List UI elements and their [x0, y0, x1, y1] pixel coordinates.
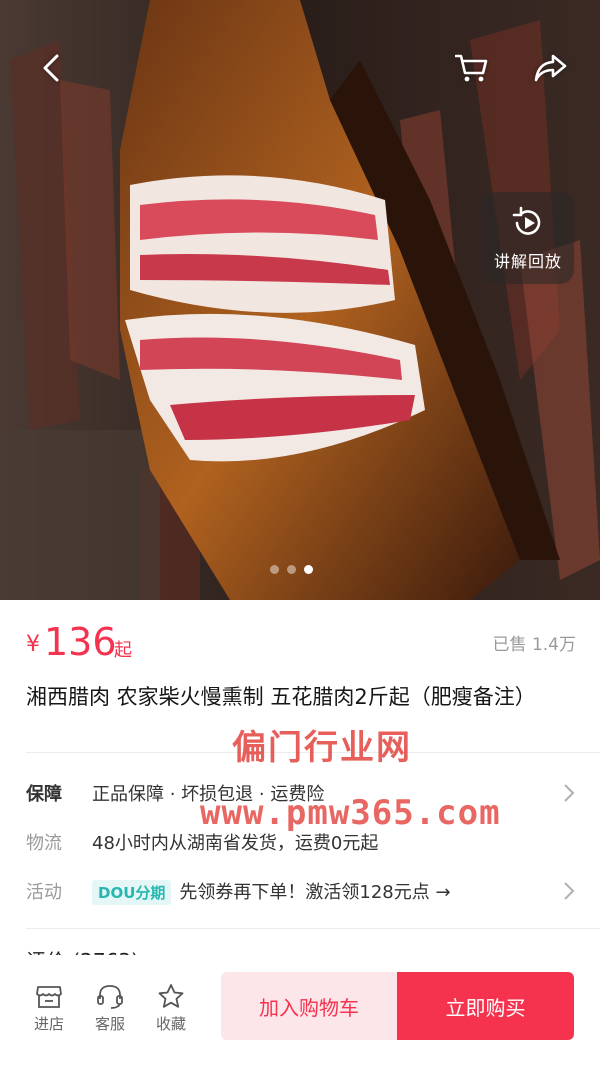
price-currency: ¥ — [26, 632, 40, 657]
service-label: 客服 — [94, 1015, 125, 1033]
carousel-dot-active — [304, 565, 313, 574]
star-icon — [158, 984, 184, 1008]
price-row: ¥ 136 起 已售 1.4万 — [26, 620, 576, 666]
divider — [26, 928, 600, 929]
dou-installment-badge: DOU分期 — [92, 879, 172, 905]
chevron-right-icon — [564, 784, 575, 802]
product-title: 湘西腊肉 农家柴火慢熏制 五花腊肉2斤起（肥瘦备注） — [26, 685, 536, 709]
cart-button[interactable] — [444, 40, 500, 96]
favorite-button[interactable]: 收藏 — [141, 983, 201, 1034]
promo-row[interactable]: 活动 DOU分期 先领券再下单！激活领128元点 → — [26, 871, 575, 911]
store-label: 进店 — [33, 1015, 64, 1033]
product-image-carousel[interactable]: 讲解回放 — [0, 0, 600, 600]
store-button[interactable]: 进店 — [19, 983, 79, 1034]
promo-value: 先领券再下单！激活领128元点 → — [179, 881, 451, 903]
sold-count: 已售 1.4万 — [492, 635, 576, 655]
product-photo — [0, 0, 600, 600]
watermark-url: www.pmw365.com — [200, 793, 501, 833]
guarantee-key: 保障 — [26, 784, 62, 805]
replay-label: 讲解回放 — [493, 252, 562, 271]
share-button[interactable] — [522, 40, 578, 96]
buy-now-button[interactable]: 立即购买 — [397, 972, 574, 1040]
carousel-indicator — [270, 565, 313, 574]
carousel-dot — [287, 565, 296, 574]
bottom-action-bar: 进店 客服 收藏 加入购物车 立即购买 — [0, 955, 600, 1067]
watermark-text: 偏门行业网 — [232, 728, 412, 768]
back-button[interactable] — [24, 40, 80, 96]
price-suffix: 起 — [114, 640, 132, 661]
headset-icon — [97, 985, 123, 1009]
back-chevron-icon — [43, 54, 59, 82]
replay-icon — [512, 206, 541, 235]
replay-button[interactable]: 讲解回放 — [482, 192, 574, 284]
shopping-cart-icon — [455, 54, 488, 82]
promo-content: DOU分期 先领券再下单！激活领128元点 → — [92, 878, 574, 905]
price-amount: 136 — [44, 620, 117, 664]
favorite-label: 收藏 — [155, 1015, 186, 1033]
share-arrow-icon — [534, 54, 567, 82]
promo-key: 活动 — [26, 882, 62, 903]
customer-service-button[interactable]: 客服 — [80, 983, 140, 1034]
logistics-key: 物流 — [26, 833, 62, 854]
store-icon — [36, 986, 62, 1008]
chevron-right-icon — [564, 882, 575, 900]
add-to-cart-button[interactable]: 加入购物车 — [221, 972, 397, 1040]
carousel-dot — [270, 565, 279, 574]
